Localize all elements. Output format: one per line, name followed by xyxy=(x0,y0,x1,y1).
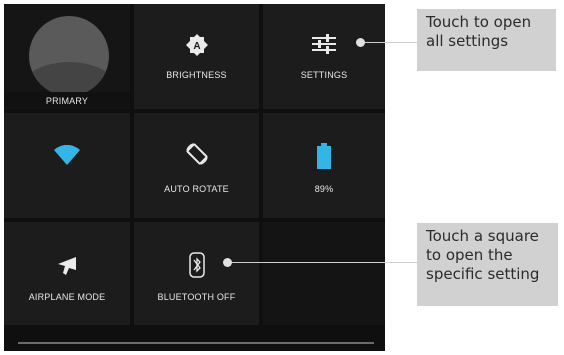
tile-wifi[interactable] xyxy=(4,113,130,218)
tile-callout-leader xyxy=(228,262,417,263)
tile-label-settings: SETTINGS xyxy=(300,70,348,80)
settings-callout-text: Touch to open all settings xyxy=(426,13,532,50)
tile-label-battery: 89% xyxy=(314,184,334,194)
svg-text:A: A xyxy=(193,41,200,52)
tile-label-brightness: BRIGHTNESS xyxy=(166,70,227,80)
rotate-icon xyxy=(185,143,208,165)
bluetooth-off-icon xyxy=(188,252,205,278)
settings-callout-dot xyxy=(356,38,365,47)
tile-callout-text: Touch a square to open the specific sett… xyxy=(426,227,540,283)
tile-airplane-mode[interactable]: AIRPLANE MODE xyxy=(4,222,130,325)
tile-auto-rotate[interactable]: AUTO ROTATE xyxy=(134,113,259,218)
battery-icon xyxy=(317,143,331,169)
avatar xyxy=(29,16,109,96)
brightness-auto-icon: A xyxy=(185,34,208,56)
tile-brightness[interactable]: A BRIGHTNESS xyxy=(134,4,259,109)
tile-settings[interactable]: SETTINGS xyxy=(263,4,385,109)
tile-label-primary: PRIMARY xyxy=(45,96,89,106)
settings-callout: Touch to open all settings xyxy=(417,9,556,71)
airplane-icon xyxy=(58,257,76,275)
tile-primary-user[interactable]: PRIMARY xyxy=(4,4,130,109)
tile-label-airplane-mode: AIRPLANE MODE xyxy=(28,292,106,302)
tile-bluetooth[interactable]: BLUETOOTH OFF xyxy=(134,222,259,325)
tile-callout-dot xyxy=(223,258,232,267)
tile-label-auto-rotate: AUTO ROTATE xyxy=(164,184,229,194)
tile-label-bluetooth: BLUETOOTH OFF xyxy=(157,292,236,302)
tile-empty xyxy=(263,222,385,325)
settings-callout-leader xyxy=(361,42,417,43)
wifi-icon xyxy=(54,145,80,165)
tile-battery[interactable]: 89% xyxy=(263,113,385,218)
panel-handle-bar[interactable] xyxy=(18,342,374,344)
quick-settings-panel: PRIMARY A BRIGHTNESS SETTINGS AUTO ROTAT… xyxy=(4,4,385,351)
tile-callout: Touch a square to open the specific sett… xyxy=(417,223,558,306)
sliders-icon xyxy=(312,34,336,54)
